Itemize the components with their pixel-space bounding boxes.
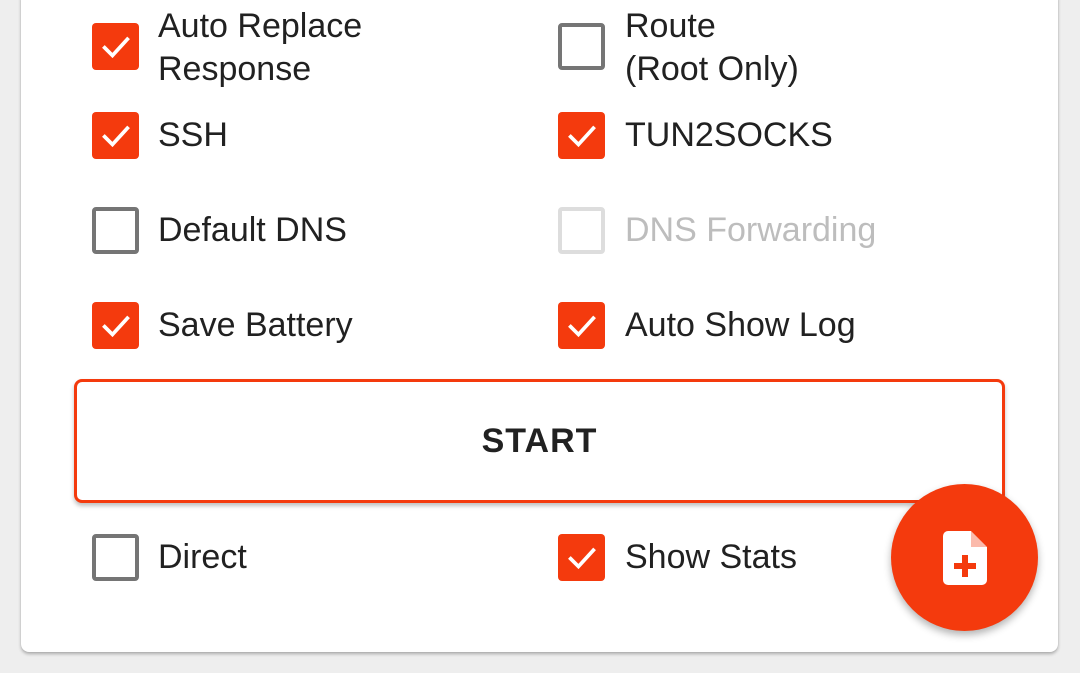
check-icon bbox=[567, 547, 596, 569]
auto-replace-response-label-line2: Response bbox=[158, 50, 312, 88]
ssh-checkbox[interactable] bbox=[92, 112, 139, 159]
route-root-only-label-line1: Route bbox=[625, 7, 716, 45]
check-icon bbox=[101, 315, 130, 337]
auto-replace-response-label: Auto Replace Response bbox=[158, 5, 362, 91]
route-root-only-label-line2: (Root Only) bbox=[625, 50, 799, 88]
route-root-only-label: Route (Root Only) bbox=[625, 5, 799, 91]
tun2socks-checkbox[interactable] bbox=[558, 112, 605, 159]
check-icon bbox=[101, 36, 130, 58]
auto-show-log-checkbox[interactable] bbox=[558, 302, 605, 349]
auto-show-log-label: Auto Show Log bbox=[625, 306, 856, 344]
check-icon bbox=[101, 125, 130, 147]
auto-replace-response-label-line1: Auto Replace bbox=[158, 7, 363, 45]
save-battery-checkbox[interactable] bbox=[92, 302, 139, 349]
show-stats-checkbox[interactable] bbox=[558, 534, 605, 581]
dns-forwarding-label: DNS Forwarding bbox=[625, 211, 877, 249]
save-battery-label: Save Battery bbox=[158, 306, 353, 344]
show-stats-label: Show Stats bbox=[625, 538, 797, 576]
auto-replace-response-checkbox[interactable] bbox=[92, 23, 139, 70]
direct-label: Direct bbox=[158, 538, 247, 576]
direct-checkbox[interactable] bbox=[92, 534, 139, 581]
default-dns-checkbox[interactable] bbox=[92, 207, 139, 254]
check-icon bbox=[567, 125, 596, 147]
route-root-only-checkbox[interactable] bbox=[558, 23, 605, 70]
check-icon bbox=[567, 315, 596, 337]
new-file-fab-button[interactable] bbox=[891, 484, 1038, 631]
new-file-icon bbox=[942, 530, 987, 585]
ssh-label: SSH bbox=[158, 116, 228, 154]
dns-forwarding-checkbox bbox=[558, 207, 605, 254]
start-button[interactable]: START bbox=[74, 379, 1005, 503]
default-dns-label: Default DNS bbox=[158, 211, 347, 249]
tun2socks-label: TUN2SOCKS bbox=[625, 116, 833, 154]
